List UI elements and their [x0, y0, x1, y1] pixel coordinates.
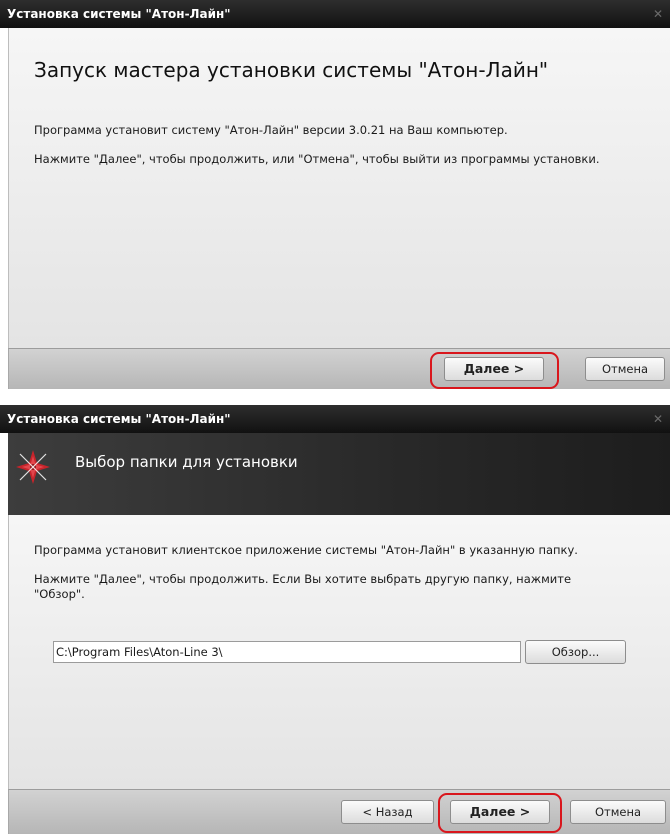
install-path-field[interactable] [53, 641, 521, 663]
close-icon[interactable]: ✕ [652, 0, 664, 28]
window-title: Установка системы "Атон-Лайн" [7, 412, 231, 426]
instruction-text: Нажмите "Далее", чтобы продолжить, или "… [34, 152, 600, 166]
title-bar: Установка системы "Атон-Лайн" [0, 405, 670, 433]
step-title: Выбор папки для установки [75, 453, 298, 471]
button-bar: Далее > Отмена [8, 348, 670, 389]
folder-select-dialog: Установка системы "Атон-Лайн" ✕ Выбор па… [0, 405, 670, 834]
intro-text: Программа установит клиентское приложени… [34, 543, 578, 557]
window-title: Установка системы "Атон-Лайн" [7, 7, 231, 21]
aton-line-logo-icon [16, 450, 50, 484]
intro-text: Программа установит систему "Атон-Лайн" … [34, 123, 508, 137]
next-button[interactable]: Далее > [450, 800, 550, 824]
button-bar: < Назад Далее > Отмена [8, 789, 670, 834]
cancel-button[interactable]: Отмена [585, 357, 665, 381]
cancel-button[interactable]: Отмена [570, 800, 666, 824]
browse-button[interactable]: Обзор... [525, 640, 626, 664]
welcome-dialog: Установка системы "Атон-Лайн" ✕ Запуск м… [0, 0, 670, 389]
content-panel: Запуск мастера установки системы "Атон-Л… [8, 28, 670, 348]
instruction-text: Нажмите "Далее", чтобы продолжить. Если … [34, 572, 572, 601]
back-button[interactable]: < Назад [341, 800, 434, 824]
title-bar: Установка системы "Атон-Лайн" [0, 0, 670, 28]
content-panel: Программа установит клиентское приложени… [8, 515, 670, 789]
wizard-header: Выбор папки для установки [8, 433, 670, 515]
close-icon[interactable]: ✕ [652, 405, 664, 433]
wizard-heading: Запуск мастера установки системы "Атон-Л… [34, 58, 549, 82]
next-button[interactable]: Далее > [444, 357, 544, 381]
